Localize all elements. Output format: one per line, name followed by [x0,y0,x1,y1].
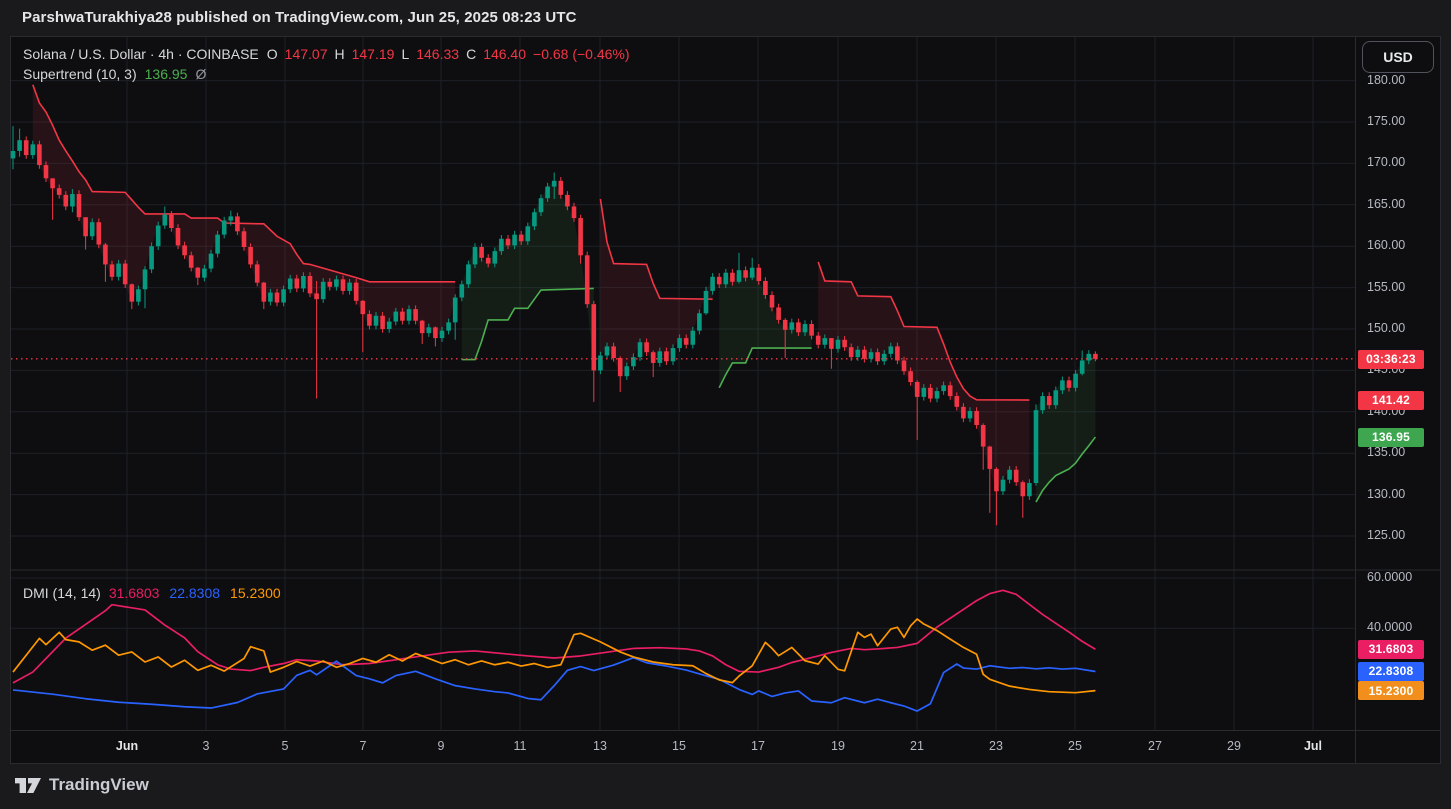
tradingview-logo-text: TradingView [49,775,149,795]
axis-tick-label: 130.00 [1367,487,1405,501]
axis-tick-label: 40.0000 [1367,620,1412,634]
ohlc-value: O [267,46,278,62]
dmi-title: DMI (14, 14) [23,585,101,601]
axis-price-badge: 141.42 [1358,391,1424,410]
supertrend-value: 136.95 [145,66,188,82]
symbol-legend[interactable]: Solana / U.S. Dollar · 4h · COINBASE O 14… [23,46,630,62]
axis-price-badge: 15.2300 [1358,681,1424,700]
axis-tick-label: 60.0000 [1367,570,1412,584]
supertrend-title: Supertrend (10, 3) [23,66,137,82]
axis-tick-label: 180.00 [1367,73,1405,87]
time-tick-label: 15 [672,739,686,753]
time-tick-label: 19 [831,739,845,753]
time-tick-label: 27 [1148,739,1162,753]
axis-tick-label: 160.00 [1367,238,1405,252]
time-tick-label: 29 [1227,739,1241,753]
tradingview-logo-icon [15,778,41,793]
axis-price-badge: 22.8308 [1358,662,1424,681]
hidden-values-icon[interactable]: Ø [195,66,206,82]
time-tick-label: 7 [360,739,367,753]
tradingview-logo[interactable]: TradingView [15,775,149,795]
axis-price-badge: 03:36:23 [1358,350,1424,369]
ohlc-value: 146.33 [416,46,459,62]
time-tick-label: 17 [751,739,765,753]
ohlc-value: 147.19 [352,46,395,62]
chart-canvas[interactable] [0,0,1451,809]
ohlc-value: 147.07 [285,46,328,62]
symbol-title: Solana / U.S. Dollar · 4h · COINBASE [23,46,259,62]
time-tick-label: Jun [116,739,138,753]
supertrend-legend[interactable]: Supertrend (10, 3) 136.95 Ø [23,66,206,82]
axis-price-badge: 136.95 [1358,428,1424,447]
time-tick-label: 13 [593,739,607,753]
symbol-ohlc-values: O 147.07 H 147.19 L 146.33 C 146.40 −0.68 (−0.46… [267,46,630,62]
time-tick-label: 21 [910,739,924,753]
time-tick-label: 25 [1068,739,1082,753]
axis-tick-label: 155.00 [1367,280,1405,294]
ohlc-value: C [466,46,476,62]
ohlc-value: −0.68 (−0.46%) [533,46,630,62]
axis-tick-label: 175.00 [1367,114,1405,128]
axis-tick-label: 170.00 [1367,155,1405,169]
axis-tick-label: 150.00 [1367,321,1405,335]
dmi-value: 15.2300 [230,585,281,601]
time-tick-label: 23 [989,739,1003,753]
ohlc-value: L [401,46,409,62]
axis-tick-label: 125.00 [1367,528,1405,542]
time-tick-label: Jul [1304,739,1322,753]
currency-toggle-button[interactable]: USD [1362,41,1434,73]
time-tick-label: 5 [282,739,289,753]
axis-tick-label: 135.00 [1367,445,1405,459]
time-tick-label: 3 [203,739,210,753]
ohlc-value: H [334,46,344,62]
dmi-values: 31.6803 22.8308 15.2300 [109,585,281,601]
dmi-value: 31.6803 [109,585,160,601]
dmi-value: 22.8308 [169,585,220,601]
page: ParshwaTurakhiya28 published on TradingV… [0,0,1451,809]
axis-price-badge: 31.6803 [1358,640,1424,659]
dmi-legend[interactable]: DMI (14, 14) 31.6803 22.8308 15.2300 [23,585,281,601]
ohlc-value: 146.40 [483,46,526,62]
axis-tick-label: 165.00 [1367,197,1405,211]
time-tick-label: 11 [514,739,527,753]
time-tick-label: 9 [438,739,445,753]
